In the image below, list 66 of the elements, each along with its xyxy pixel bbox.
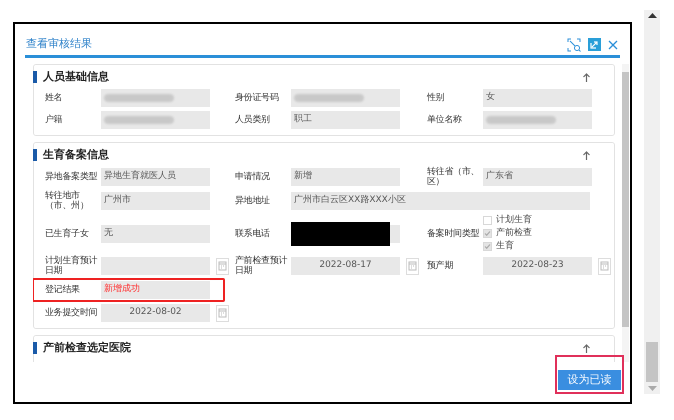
collapse-icon[interactable]	[583, 72, 590, 82]
section-marker	[33, 342, 37, 354]
field-label: 人员类别	[235, 115, 271, 125]
text-field[interactable]: 异地生育就医人员	[101, 168, 210, 186]
blurred-value	[486, 116, 556, 124]
field-label: 户籍	[45, 115, 64, 125]
blurred-value	[294, 94, 364, 102]
text-field[interactable]	[291, 89, 400, 107]
field-label: 异地地址	[235, 196, 271, 206]
blurred-value	[104, 116, 174, 124]
text-field[interactable]: 广东省	[483, 168, 592, 186]
section-title: 人员基础信息	[43, 68, 109, 85]
field-label: 业务提交时间	[45, 308, 98, 318]
scroll-down-icon[interactable]	[648, 386, 656, 391]
blurred-value	[104, 94, 174, 102]
dialog-title: 查看审核结果	[26, 36, 92, 52]
scroll-up-icon[interactable]	[648, 13, 656, 18]
mark-read-button[interactable]: 设为已读	[558, 370, 621, 390]
calendar-icon[interactable]	[216, 304, 229, 322]
calendar-icon[interactable]	[216, 258, 229, 274]
field-label: 身份证号码	[235, 93, 280, 103]
field-label: 转往省（市、区）	[427, 167, 480, 187]
text-field[interactable]: 广州市	[101, 192, 210, 210]
text-field[interactable]: 新增成功	[101, 281, 210, 299]
close-icon[interactable]	[608, 40, 618, 50]
checkbox[interactable]	[483, 242, 492, 251]
date-field[interactable]: 2022-08-23	[483, 257, 592, 275]
text-field[interactable]: 无	[101, 224, 210, 242]
section-marker	[33, 149, 37, 161]
field-label: 备案时间类型	[427, 228, 480, 238]
field-label: 申请情况	[235, 172, 271, 182]
collapse-icon[interactable]	[583, 150, 590, 160]
text-field[interactable]	[101, 111, 210, 129]
date-field[interactable]: 2022-08-17	[291, 257, 400, 275]
checkbox[interactable]	[483, 216, 492, 225]
date-field[interactable]: 2022-08-02	[101, 304, 210, 322]
text-field[interactable]	[101, 89, 210, 107]
field-label: 预产期	[427, 261, 454, 271]
text-field[interactable]: 职工	[291, 111, 400, 129]
field-label: 计划生育预计日期	[45, 256, 98, 276]
field-label: 姓名	[45, 93, 64, 103]
section-title: 产前检查选定医院	[43, 340, 131, 356]
checkbox-label: 生育	[496, 241, 514, 252]
field-label: 联系电话	[235, 228, 271, 238]
text-field[interactable]: 新增	[291, 168, 400, 186]
section-marker	[33, 71, 37, 83]
checkbox-label: 计划生育	[496, 215, 532, 226]
screenshot-icon[interactable]	[567, 38, 581, 52]
checkbox-label: 产前检查	[496, 228, 532, 239]
field-label: 性别	[427, 93, 446, 103]
calendar-icon[interactable]	[406, 258, 419, 274]
section-title: 生育备案信息	[43, 146, 109, 163]
scrollbar-thumb[interactable]	[646, 342, 658, 382]
field-label: 已生育子女	[45, 228, 90, 238]
text-field[interactable]: 广州市白云区XX路XXX小区	[291, 192, 590, 210]
collapse-icon[interactable]	[583, 344, 590, 352]
field-label: 产前检查预计日期	[235, 256, 288, 276]
external-icon[interactable]	[588, 38, 601, 51]
field-label: 单位名称	[427, 115, 463, 125]
text-field[interactable]: 女	[483, 89, 592, 107]
field-label: 转往地市（市、州）	[45, 191, 90, 211]
text-field[interactable]	[483, 111, 592, 129]
calendar-icon[interactable]	[598, 258, 611, 274]
checkbox[interactable]	[483, 229, 492, 238]
field-label: 登记结果	[45, 285, 81, 295]
field-label: 异地备案类型	[45, 172, 98, 182]
